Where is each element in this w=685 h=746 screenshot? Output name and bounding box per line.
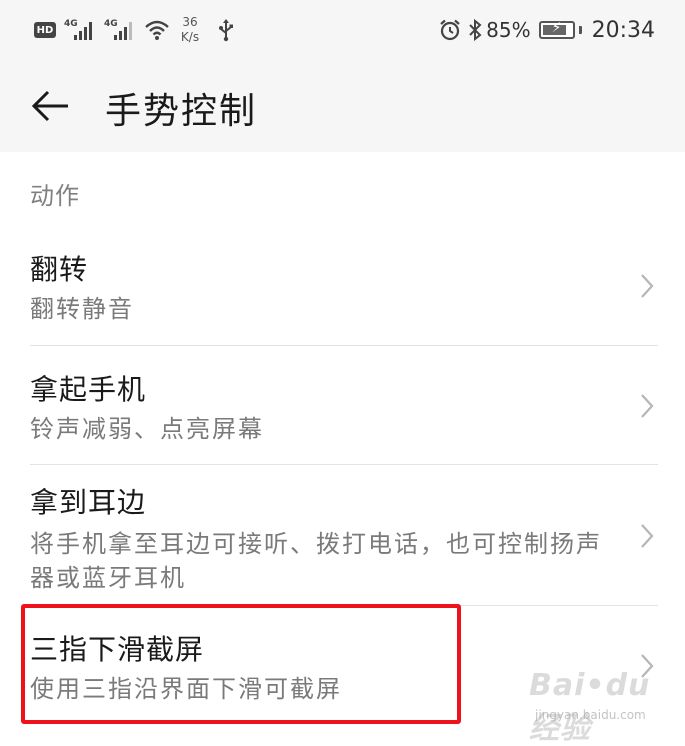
battery-percent: 85%: [486, 18, 531, 42]
status-bar-right: 85% ⚡ 20:34: [438, 12, 655, 48]
chevron-right-icon: [641, 524, 654, 548]
chevron-right-icon: [641, 394, 654, 418]
alarm-icon: [440, 19, 460, 41]
status-time: 20:34: [591, 17, 655, 43]
list-item-flip[interactable]: 翻转 翻转静音: [0, 226, 685, 344]
list-item-subtitle: 将手机拿至耳边可接听、拨打电话，也可控制扬声器或蓝牙耳机: [30, 530, 602, 592]
list-item-pick-up-phone[interactable]: 拿起手机 铃声减弱、点亮屏幕: [0, 346, 685, 464]
section-header-actions: 动作: [30, 182, 80, 210]
usb-icon: [219, 19, 233, 42]
signal-icon: 4G: [64, 19, 98, 41]
list-item-title: 翻转: [30, 253, 89, 286]
app-header: 手势控制: [0, 60, 685, 152]
status-bar-left: HD 4G 4G 36 K/s: [34, 12, 234, 48]
list-item-subtitle: 翻转静音: [30, 295, 134, 323]
battery-tip: [578, 26, 582, 34]
highlight-box: [21, 604, 461, 724]
watermark-url: jingyan.baidu.com: [535, 708, 646, 722]
network-speed-unit: K/s: [180, 30, 200, 44]
network-speed-value: 36: [182, 15, 198, 29]
battery-charging-icon: ⚡: [538, 20, 575, 39]
list-item-raise-to-ear[interactable]: 拿到耳边 将手机拿至耳边可接听、拨打电话，也可控制扬声器或蓝牙耳机: [0, 465, 685, 605]
network-speed: 36 K/s: [176, 15, 204, 45]
bluetooth-icon: [469, 18, 482, 42]
status-bar: HD 4G 4G 36 K/s 85% ⚡ 20:34: [0, 0, 685, 60]
list-item-title: 拿起手机: [30, 373, 147, 406]
signal-icon: 4G: [104, 19, 138, 41]
list-item-subtitle: 铃声减弱、点亮屏幕: [30, 415, 264, 443]
wifi-icon: [145, 20, 169, 40]
back-arrow-icon[interactable]: [28, 84, 72, 128]
charging-bolt-icon: ⚡: [551, 20, 562, 36]
hd-icon: HD: [34, 22, 56, 38]
watermark-text: Bai•du经验: [529, 668, 651, 746]
page-title: 手势控制: [105, 91, 258, 132]
list-item-title: 拿到耳边: [30, 486, 147, 519]
baidu-watermark-logo: Bai•du经验 jingyan.baidu.com: [529, 660, 669, 746]
chevron-right-icon: [641, 274, 654, 298]
